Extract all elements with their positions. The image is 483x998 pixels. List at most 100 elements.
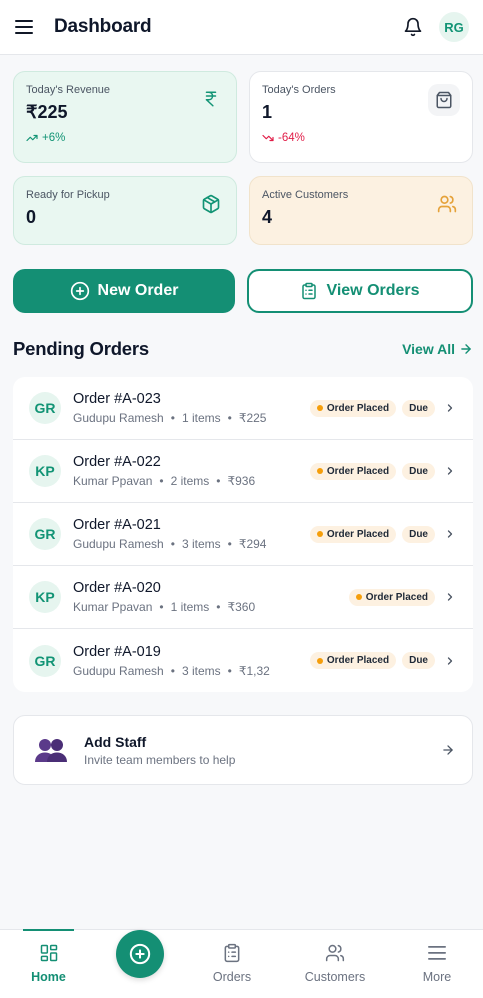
nav-home-label: Home (31, 970, 66, 984)
revenue-card[interactable]: Today's Revenue ₹225 +6% (13, 71, 237, 163)
customer-avatar: GR (29, 392, 61, 424)
revenue-label: Today's Revenue (26, 84, 111, 96)
bottom-nav: Home Orders Customers More (0, 929, 483, 998)
plus-circle-icon (70, 281, 89, 301)
nav-home[interactable]: Home (23, 929, 74, 990)
add-staff-subtitle: Invite team members to help (84, 752, 236, 767)
order-items: 1 items (170, 600, 210, 614)
order-items: 3 items (181, 537, 221, 551)
pickup-card[interactable]: Ready for Pickup 0 (13, 176, 237, 245)
order-meta: Kumar Ppavan • 1 items • ₹360 (73, 600, 256, 614)
pickup-label: Ready for Pickup (26, 189, 110, 201)
order-amount: ₹936 (227, 474, 256, 488)
order-amount: ₹360 (227, 600, 256, 614)
order-customer: Gudupu Ramesh (73, 537, 164, 551)
status-badge: Order Placed (309, 462, 397, 480)
order-id: Order #A-020 (73, 580, 161, 596)
order-meta: Kumar Ppavan • 2 items • ₹936 (73, 474, 256, 488)
payment-badge: Due (402, 462, 435, 480)
add-staff-card[interactable]: Add Staff Invite team members to help (13, 715, 473, 785)
package-icon (198, 191, 224, 217)
status-text: Order Placed (326, 655, 390, 666)
nav-customers[interactable]: Customers (300, 930, 370, 990)
orders-change: -64% (262, 132, 460, 144)
nav-more-label: More (422, 970, 452, 984)
chevron-right-icon (443, 527, 457, 541)
status-badge: Order Placed (309, 525, 397, 543)
view-orders-label: View Orders (326, 282, 420, 299)
order-id: Order #A-023 (73, 391, 161, 407)
menu-icon (426, 942, 448, 964)
chevron-right-icon (443, 590, 457, 604)
status-text: Order Placed (326, 528, 390, 540)
nav-more[interactable]: More (415, 930, 459, 990)
revenue-change-value: +6% (42, 132, 66, 144)
order-id: Order #A-022 (73, 454, 161, 470)
order-id: Order #A-021 (73, 517, 161, 533)
trend-down-icon (262, 134, 274, 142)
customers-value: 4 (262, 207, 273, 227)
users-icon (434, 191, 460, 217)
clipboard-icon (302, 282, 317, 300)
menu-icon[interactable] (14, 17, 34, 37)
order-items: 2 items (170, 474, 210, 488)
new-order-button[interactable]: New Order (13, 269, 235, 313)
order-row[interactable]: KP Order #A-022 Kumar Ppavan • 2 items • ₹93… (13, 440, 473, 503)
clipboard-icon (221, 942, 243, 964)
status-badge: Order Placed (348, 588, 435, 606)
view-all-label: View All (402, 341, 455, 357)
view-orders-button[interactable]: View Orders (247, 269, 473, 313)
order-meta: Gudupu Ramesh • 1 items • ₹225 (73, 411, 267, 425)
quick-actions: New Order View Orders (13, 269, 473, 313)
revenue-value: ₹225 (26, 102, 68, 122)
chevron-right-icon (443, 401, 457, 415)
order-items: 1 items (181, 411, 221, 425)
status-badge: Order Placed (309, 652, 397, 669)
shopping-bag-icon (428, 84, 460, 116)
order-customer: Gudupu Ramesh (73, 411, 164, 425)
orders-card[interactable]: Today's Orders 1 -64% (249, 71, 473, 163)
status-text: Order Placed (326, 402, 390, 414)
grid-icon (38, 942, 60, 964)
nav-customers-label: Customers (304, 970, 366, 984)
customer-avatar: KP (29, 581, 61, 613)
customers-card[interactable]: Active Customers 4 (249, 176, 473, 245)
trend-up-icon (26, 134, 38, 142)
nav-orders-label: Orders (212, 970, 252, 984)
rupee-icon (198, 86, 224, 112)
people-icon (34, 733, 68, 767)
page-title: Dashboard (54, 16, 152, 37)
bell-icon[interactable] (401, 15, 425, 39)
order-row[interactable]: GR Order #A-019 Gudupu Ramesh • 3 items • ₹1… (13, 629, 473, 692)
order-meta: Gudupu Ramesh • 3 items • ₹1,32 (73, 663, 270, 678)
arrow-right-icon (440, 742, 456, 758)
orders-change-value: -64% (278, 132, 305, 144)
user-avatar[interactable]: RG (439, 12, 469, 42)
order-amount: ₹294 (238, 537, 267, 551)
payment-badge: Due (402, 525, 435, 543)
add-fab-button[interactable] (116, 930, 164, 978)
order-amount: ₹1,32 (238, 663, 270, 678)
order-meta: Gudupu Ramesh • 3 items • ₹294 (73, 537, 267, 551)
view-all-link[interactable]: View All (402, 341, 473, 357)
users-icon (324, 942, 346, 964)
order-row[interactable]: KP Order #A-020 Kumar Ppavan • 1 items • ₹36… (13, 566, 473, 629)
order-id: Order #A-019 (73, 643, 161, 660)
order-customer: Kumar Ppavan (73, 474, 153, 488)
payment-badge: Due (402, 399, 435, 417)
customers-label: Active Customers (262, 189, 349, 201)
pending-orders-list: GR Order #A-023 Gudupu Ramesh • 1 items • ₹2… (13, 377, 473, 692)
arrow-right-icon (461, 344, 471, 354)
app-header: Dashboard RG (0, 0, 483, 55)
pending-orders-title: Pending Orders (13, 338, 149, 359)
plus-circle-icon (129, 943, 151, 965)
chevron-right-icon (443, 654, 457, 668)
status-text: Order Placed (365, 591, 428, 603)
add-staff-title: Add Staff (84, 733, 147, 750)
order-amount: ₹225 (238, 411, 267, 425)
nav-orders[interactable]: Orders (206, 930, 258, 990)
order-row[interactable]: GR Order #A-023 Gudupu Ramesh • 1 items • ₹2… (13, 377, 473, 440)
order-row[interactable]: GR Order #A-021 Gudupu Ramesh • 3 items • ₹2… (13, 503, 473, 566)
pickup-value: 0 (26, 207, 37, 227)
order-customer: Gudupu Ramesh (73, 663, 164, 678)
